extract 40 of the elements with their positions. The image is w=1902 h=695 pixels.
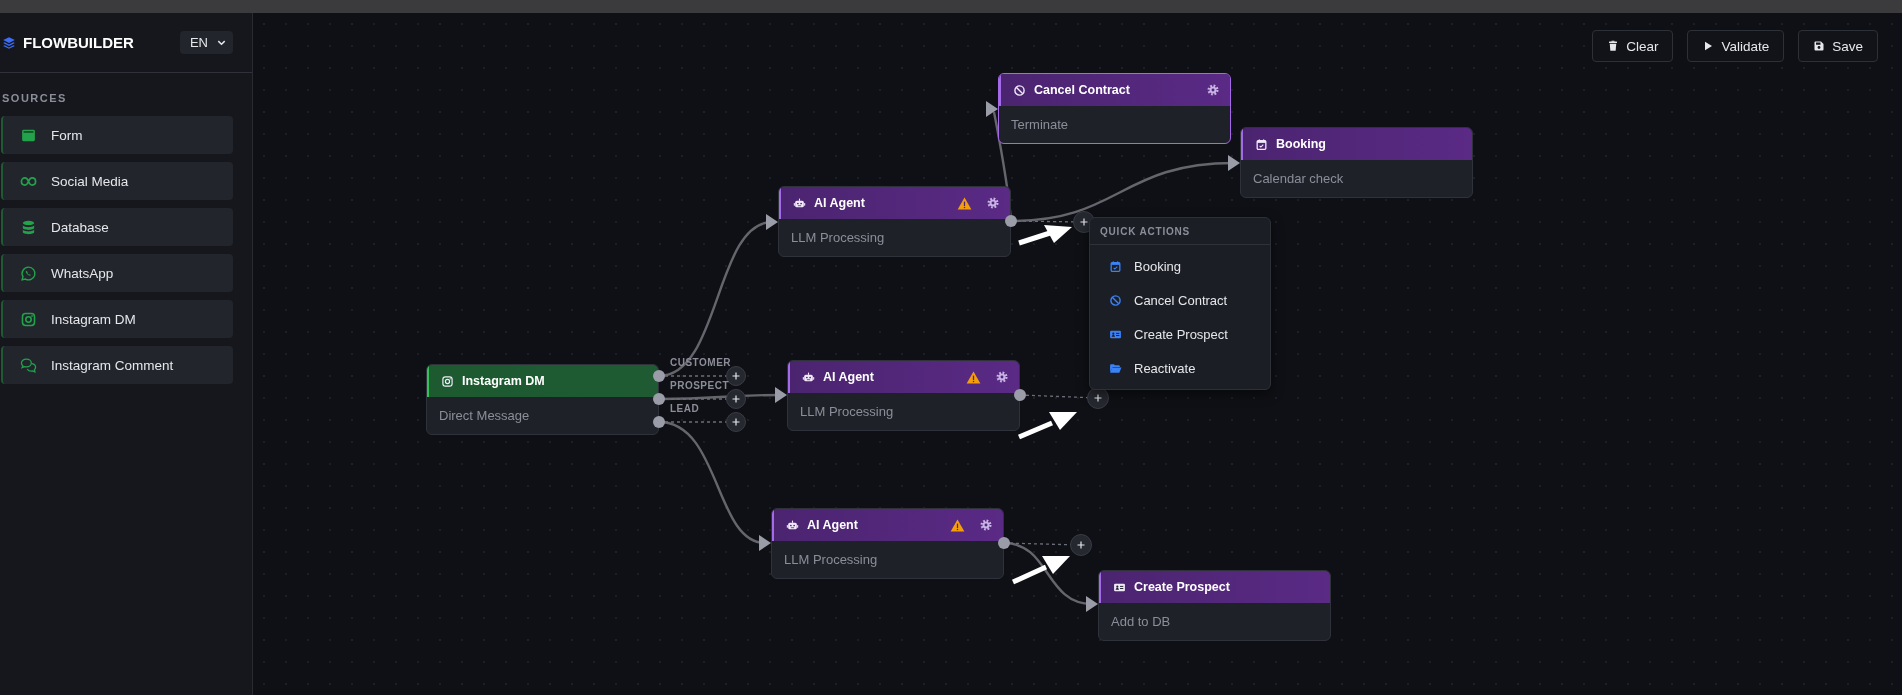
node-title: Create Prospect bbox=[1134, 580, 1230, 594]
menu-item[interactable]: Booking bbox=[1090, 249, 1270, 283]
menu-item[interactable]: Reactivate bbox=[1090, 351, 1270, 385]
section-title: SOURCES bbox=[1, 91, 68, 106]
node-subtitle: LLM Processing bbox=[800, 404, 894, 419]
save-button[interactable]: Save bbox=[1798, 30, 1878, 62]
menu-title: QUICK ACTIONS bbox=[1090, 218, 1270, 245]
flow-node[interactable]: AI Agent LLM Processing bbox=[787, 360, 1020, 431]
flow-node[interactable]: Cancel Contract Terminate bbox=[998, 73, 1231, 144]
source-item[interactable]: Form bbox=[1, 116, 233, 154]
output-label: LEAD bbox=[670, 403, 700, 414]
flow-node[interactable]: AI Agent LLM Processing bbox=[778, 186, 1011, 257]
flow-node[interactable]: Create Prospect Add to DB bbox=[1098, 570, 1331, 641]
menu-item[interactable]: Create Prospect bbox=[1090, 317, 1270, 351]
node-title: AI Agent bbox=[814, 196, 865, 210]
flow-node[interactable]: Instagram DM Direct Message bbox=[426, 364, 659, 435]
source-item[interactable]: Instagram DM bbox=[1, 300, 233, 338]
node-subtitle: Add to DB bbox=[1111, 614, 1171, 629]
node-subtitle: Direct Message bbox=[439, 408, 530, 423]
node-subtitle: Calendar check bbox=[1253, 171, 1344, 186]
menu-item[interactable]: Cancel Contract bbox=[1090, 283, 1270, 317]
node-title: Instagram DM bbox=[462, 374, 545, 388]
app-title: FLOWBUILDER bbox=[23, 34, 134, 51]
node-subtitle: Terminate bbox=[1011, 117, 1069, 132]
source-item[interactable]: WhatsApp bbox=[1, 254, 233, 292]
validate-button[interactable]: Validate bbox=[1687, 30, 1785, 62]
source-item[interactable]: Social Media bbox=[1, 162, 233, 200]
language-select[interactable]: EN bbox=[179, 31, 233, 54]
node-title: Booking bbox=[1276, 137, 1326, 151]
node-subtitle: LLM Processing bbox=[791, 230, 885, 245]
output-label: PROSPECT bbox=[670, 380, 729, 391]
node-title: Cancel Contract bbox=[1034, 83, 1130, 97]
source-item[interactable]: Instagram Comment bbox=[1, 346, 233, 384]
source-item[interactable]: Database bbox=[1, 208, 233, 246]
node-subtitle: LLM Processing bbox=[784, 552, 878, 567]
flow-node[interactable]: AI Agent LLM Processing bbox=[771, 508, 1004, 579]
node-title: AI Agent bbox=[807, 518, 858, 532]
node-title: AI Agent bbox=[823, 370, 874, 384]
clear-button[interactable]: Clear bbox=[1592, 30, 1674, 62]
flow-node[interactable]: Booking Calendar check bbox=[1240, 127, 1473, 198]
